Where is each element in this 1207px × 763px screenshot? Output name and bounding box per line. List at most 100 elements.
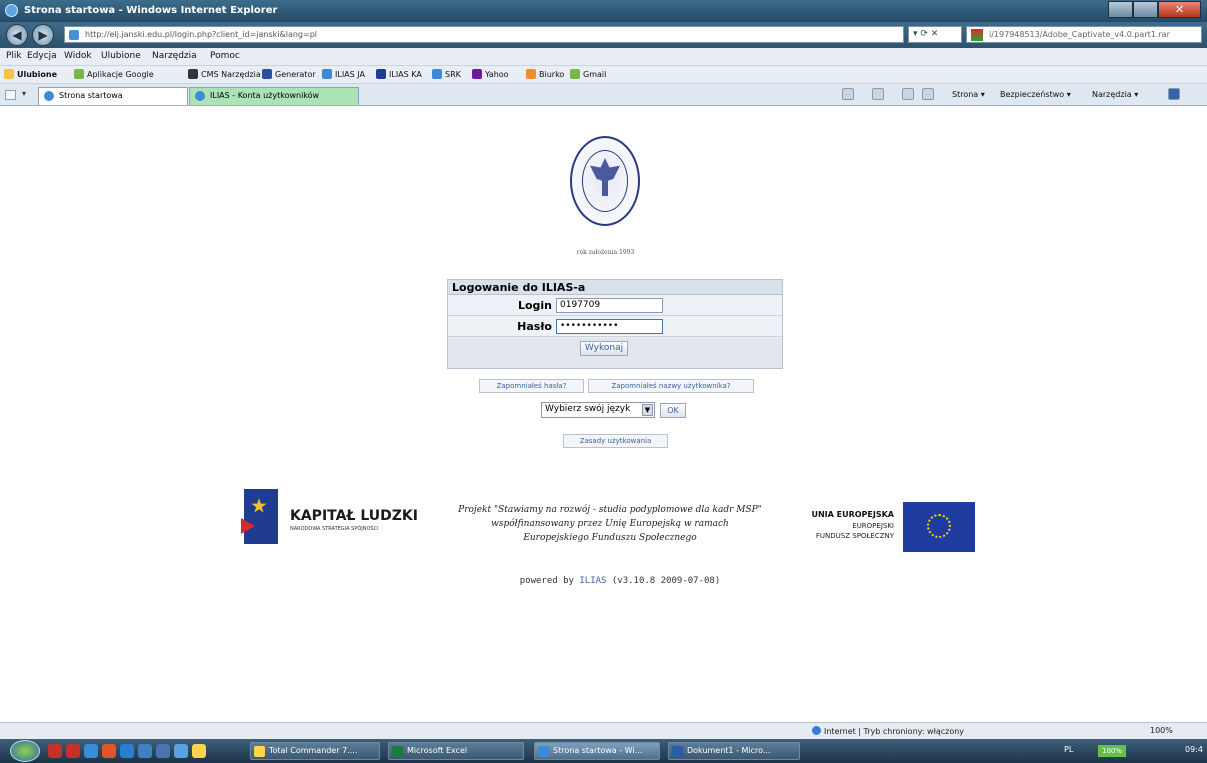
kapital-ludzki-subtitle: NARODOWA STRATEGIA SPÓJNOŚCI bbox=[290, 526, 379, 532]
task-word[interactable]: Dokument1 - Micro... bbox=[668, 742, 800, 760]
quicklaunch-icon[interactable] bbox=[66, 744, 80, 758]
title-bar: Strona startowa - Windows Internet Explo… bbox=[0, 0, 1207, 22]
ie-logo-icon bbox=[5, 4, 18, 17]
quicklaunch-icon[interactable] bbox=[48, 744, 62, 758]
task-excel[interactable]: Microsoft Excel bbox=[388, 742, 524, 760]
refresh-stop-buttons[interactable]: ▾ ⟳ ✕ bbox=[908, 26, 962, 43]
fav-biurko[interactable]: Biurko bbox=[526, 69, 564, 79]
kapital-ludzki-logo bbox=[244, 489, 278, 544]
window-title: Strona startowa - Windows Internet Explo… bbox=[24, 5, 278, 16]
quick-tabs-icon[interactable] bbox=[5, 90, 16, 100]
total-commander-icon bbox=[254, 746, 265, 757]
password-input[interactable]: ••••••••••• bbox=[556, 319, 663, 334]
status-bar: Internet | Tryb chroniony: włączony 100% bbox=[0, 722, 1207, 739]
quicklaunch-icon[interactable] bbox=[156, 744, 170, 758]
menu-item-narzedzia[interactable]: Narzędzia bbox=[152, 51, 197, 61]
ok-button[interactable]: OK bbox=[660, 403, 686, 418]
battery-indicator[interactable]: 100% bbox=[1098, 745, 1126, 757]
print-icon[interactable] bbox=[922, 88, 934, 100]
quicklaunch-icon[interactable] bbox=[102, 744, 116, 758]
start-button[interactable] bbox=[10, 740, 40, 762]
tab-ilias-konta[interactable]: ILIAS - Konta użytkowników bbox=[189, 87, 359, 105]
project-description: Projekt "Stawiamy na rozwój - studia pod… bbox=[446, 503, 774, 545]
favorites-bar: Ulubione Aplikacje Google CMS Narzędzia … bbox=[0, 66, 1207, 84]
tab-strona-startowa[interactable]: Strona startowa bbox=[38, 87, 188, 105]
project-line-3: Europejskiego Funduszu Społecznego bbox=[523, 533, 697, 543]
ie-page-icon bbox=[195, 91, 205, 101]
address-url: http://elj.janski.edu.pl/login.php?clien… bbox=[85, 30, 318, 39]
tab-list-icon[interactable]: ▾ bbox=[22, 89, 26, 98]
forgot-password-link[interactable]: Zapomniałeś hasła? bbox=[479, 379, 584, 393]
cmd-strona[interactable]: Strona ▾ bbox=[952, 90, 985, 99]
star-icon bbox=[4, 69, 14, 79]
terms-link[interactable]: Zasady użytkowania bbox=[563, 434, 668, 448]
fav-ilias-ka[interactable]: ILIAS KA bbox=[376, 69, 422, 79]
forward-button[interactable]: ▶ bbox=[32, 24, 54, 46]
chevron-down-icon[interactable]: ▼ bbox=[642, 404, 653, 416]
fav-yahoo[interactable]: Yahoo bbox=[472, 69, 509, 79]
ue-line-3: FUNDUSZ SPOŁECZNY bbox=[815, 532, 894, 540]
submit-button[interactable]: Wykonaj bbox=[580, 341, 628, 356]
quicklaunch-icon[interactable] bbox=[120, 744, 134, 758]
word-icon bbox=[672, 746, 683, 757]
ue-line-2: EUROPEJSKI bbox=[852, 522, 894, 530]
ilias-link[interactable]: ILIAS bbox=[579, 576, 606, 586]
language-select-value: Wybierz swój język bbox=[545, 404, 631, 414]
back-button[interactable]: ◀ bbox=[6, 24, 28, 46]
language-select[interactable]: Wybierz swój język ▼ bbox=[541, 402, 655, 418]
feeds-icon[interactable] bbox=[872, 88, 884, 100]
security-zone[interactable]: Internet | Tryb chroniony: włączony bbox=[812, 726, 964, 736]
password-row: Hasło ••••••••••• bbox=[448, 317, 782, 337]
language-indicator[interactable]: PL bbox=[1064, 745, 1073, 754]
login-row: Login 0197709 bbox=[448, 296, 782, 316]
globe-icon bbox=[812, 726, 821, 735]
address-row: ◀ ▶ http://elj.janski.edu.pl/login.php?c… bbox=[0, 22, 1207, 48]
search-box[interactable]: i/197948513/Adobe_Captivate_v4.0.part1.r… bbox=[966, 26, 1202, 43]
generator-icon bbox=[262, 69, 272, 79]
fav-ilias-ja[interactable]: ILIAS JA bbox=[322, 69, 365, 79]
eu-flag-icon bbox=[903, 502, 975, 552]
browser-window: Strona startowa - Windows Internet Explo… bbox=[0, 0, 1207, 763]
login-heading: Logowanie do ILIAS-a bbox=[448, 280, 782, 295]
quicklaunch-icon[interactable] bbox=[138, 744, 152, 758]
quicklaunch-icon[interactable] bbox=[174, 744, 188, 758]
fav-srk[interactable]: SRK bbox=[432, 69, 461, 79]
help-icon[interactable] bbox=[1168, 88, 1180, 100]
google-icon bbox=[74, 69, 84, 79]
fav-generator[interactable]: Generator bbox=[262, 69, 316, 79]
kapital-ludzki-title: KAPITAŁ LUDZKI bbox=[290, 508, 418, 524]
maximize-button[interactable] bbox=[1133, 1, 1158, 18]
forgot-username-link[interactable]: Zapomniałeś nazwy użytkownika? bbox=[588, 379, 754, 393]
window-controls: ✕ bbox=[1108, 1, 1201, 18]
favorites-button[interactable]: Ulubione bbox=[4, 69, 57, 79]
address-bar[interactable]: http://elj.janski.edu.pl/login.php?clien… bbox=[64, 26, 904, 43]
yahoo-icon bbox=[472, 69, 482, 79]
mail-icon[interactable] bbox=[902, 88, 914, 100]
menu-item-plik[interactable]: Plik bbox=[6, 51, 22, 61]
taskbar: Total Commander 7.... Microsoft Excel St… bbox=[0, 739, 1207, 763]
clock[interactable]: 09:4 bbox=[1185, 745, 1203, 754]
home-icon[interactable] bbox=[842, 88, 854, 100]
fav-aplikacje-google[interactable]: Aplikacje Google bbox=[74, 69, 154, 79]
login-input[interactable]: 0197709 bbox=[556, 298, 663, 313]
task-ie[interactable]: Strona startowa - Wi... bbox=[534, 742, 660, 760]
fav-gmail[interactable]: Gmail bbox=[570, 69, 606, 79]
cmd-narzedzia[interactable]: Narzędzia ▾ bbox=[1092, 90, 1138, 99]
menu-bar: Plik Edycja Widok Ulubione Narzędzia Pom… bbox=[0, 48, 1207, 66]
ilias-icon bbox=[376, 69, 386, 79]
cmd-bezpieczenstwo[interactable]: Bezpieczeństwo ▾ bbox=[1000, 90, 1071, 99]
task-total-commander[interactable]: Total Commander 7.... bbox=[250, 742, 380, 760]
zoom-level[interactable]: 100% bbox=[1150, 726, 1173, 735]
google-icon bbox=[570, 69, 580, 79]
menu-item-edycja[interactable]: Edycja bbox=[27, 51, 57, 61]
menu-item-pomoc[interactable]: Pomoc bbox=[210, 51, 240, 61]
minimize-button[interactable] bbox=[1108, 1, 1133, 18]
fav-cms[interactable]: CMS Narzędzia bbox=[188, 69, 261, 79]
project-line-1: Projekt "Stawiamy na rozwój - studia pod… bbox=[458, 505, 762, 515]
menu-item-ulubione[interactable]: Ulubione bbox=[101, 51, 141, 61]
quicklaunch-icon[interactable] bbox=[84, 744, 98, 758]
quicklaunch-icon[interactable] bbox=[192, 744, 206, 758]
menu-item-widok[interactable]: Widok bbox=[64, 51, 92, 61]
close-button[interactable]: ✕ bbox=[1158, 1, 1201, 18]
excel-icon bbox=[392, 746, 403, 757]
